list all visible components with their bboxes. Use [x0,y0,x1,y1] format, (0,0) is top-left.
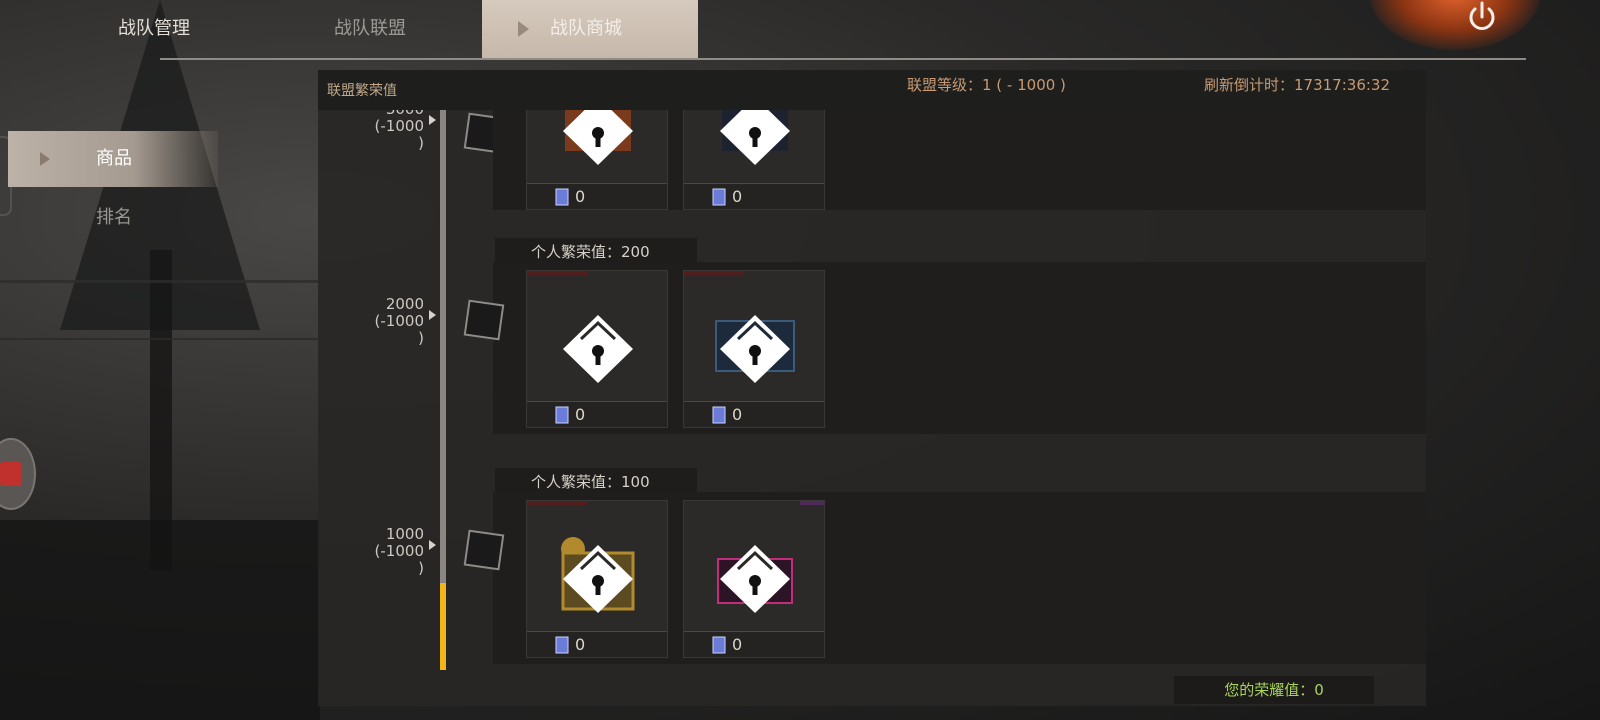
gem-currency-icon [712,636,726,654]
gem-currency-icon [555,406,569,424]
reward-tier: 个人繁荣值：100 1000 (-1000 ) 0 0 [318,468,1426,668]
card-price-bar: 0 [684,401,824,427]
reward-tier: 3000 (-1000 ) 0 [318,110,1426,210]
tab-underline [160,58,1526,60]
power-button[interactable] [1460,0,1504,38]
honor-value-display: 您的荣耀值：0 [1174,676,1374,704]
gem-currency-icon [555,188,569,206]
card-price-bar: 0 [684,183,824,209]
tier-value-line: 2000 [385,295,424,313]
sidebar-item-goods[interactable]: 商品 [8,131,218,187]
locked-frame-pink-icon [717,545,793,613]
shop-item-card[interactable]: 0 [683,110,825,210]
card-price: 0 [575,187,586,206]
tier-arrow-icon [429,115,436,125]
card-price: 0 [575,635,586,654]
card-price-bar: 0 [527,631,667,657]
card-price: 0 [732,187,743,206]
sidebar-item-label: 排名 [96,207,132,228]
alliance-level-label: 联盟等级：1 ( - 1000 ) [907,76,1066,94]
shop-item-card[interactable]: 0 [526,270,668,428]
gem-currency-icon [712,406,726,424]
top-tab-bar: 战队管理 战队联盟 战队商城 [0,0,1600,58]
background-fence [0,280,320,340]
card-price: 0 [732,405,743,424]
shop-panel: 联盟繁荣值 联盟等级：1 ( - 1000 ) 刷新倒计时：17317:36:3… [318,70,1426,706]
alliance-prosperity-label: 联盟繁荣值 [327,83,397,99]
tier-value-line: ) [418,559,424,577]
refresh-countdown-label: 刷新倒计时：17317:36:32 [1204,76,1390,94]
reward-tier: 个人繁荣值：200 2000 (-1000 ) 0 0 [318,238,1426,442]
panel-header: 联盟繁荣值 联盟等级：1 ( - 1000 ) 刷新倒计时：17317:36:3… [318,70,1426,110]
tier-value-line: (-1000 [374,312,424,330]
sidebar-item-label: 商品 [96,148,132,169]
card-rarity-bar [684,271,744,275]
tab-team-shop[interactable]: 战队商城 [482,0,698,58]
tier-value-line: (-1000 [374,117,424,135]
tier-scroll-area[interactable]: 3000 (-1000 ) 0 [318,110,1426,670]
tier-threshold-value: 2000 (-1000 ) [358,296,438,347]
tier-item-row: 0 0 [493,110,1426,210]
locked-badge-gold-icon [561,537,635,613]
tier-arrow-icon [429,310,436,320]
background-ground [0,520,320,720]
card-rarity-bar [800,501,824,505]
locked-item-plain-icon [563,315,633,383]
tier-value-line: (-1000 [374,542,424,560]
shop-item-card[interactable]: 0 [526,110,668,210]
card-rarity-bar [527,501,587,505]
shop-item-card[interactable]: 0 [683,270,825,428]
locked-crate-orange-icon [563,110,633,165]
tier-arrow-icon [429,540,436,550]
gem-currency-icon [712,188,726,206]
locked-crate-blue-icon [715,315,795,383]
tab-selected-arrow-icon [518,21,529,37]
locked-crate-dark-icon [720,110,790,165]
tab-team-alliance[interactable]: 战队联盟 [334,0,406,58]
tab-team-management[interactable]: 战队管理 [118,0,190,58]
tier-claim-diamond[interactable] [463,529,505,571]
tier-threshold-value: 3000 (-1000 ) [358,110,438,152]
tier-value-line: ) [418,329,424,347]
shop-item-card[interactable]: 0 [683,500,825,658]
tier-value-line: ) [418,134,424,152]
card-price: 0 [575,405,586,424]
power-icon [1469,1,1495,30]
tier-threshold-value: 1000 (-1000 ) [358,526,438,577]
tier-claim-diamond[interactable] [463,299,505,341]
shop-item-card[interactable]: 0 [526,500,668,658]
card-price: 0 [732,635,743,654]
card-price-bar: 0 [527,183,667,209]
tab-team-shop-label: 战队商城 [550,18,622,39]
card-rarity-bar [527,271,587,275]
card-price-bar: 0 [684,631,824,657]
card-price-bar: 0 [527,401,667,427]
gem-currency-icon [555,636,569,654]
tier-value-line: 1000 [385,525,424,543]
sidebar-selected-arrow-icon [40,152,50,166]
chat-icon [0,462,22,486]
sidebar-item-ranking[interactable]: 排名 [8,190,218,246]
